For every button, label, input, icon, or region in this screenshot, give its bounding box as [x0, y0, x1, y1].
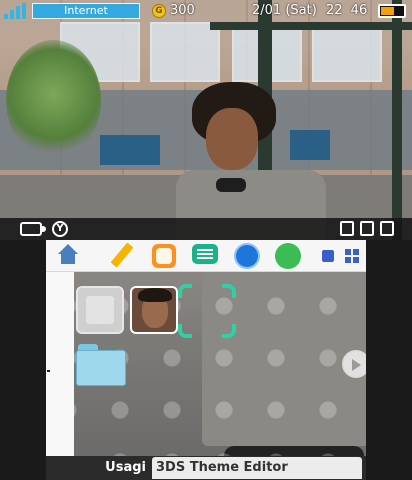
selection-cursor[interactable] — [178, 284, 236, 338]
store-sign — [100, 135, 160, 165]
play-coin-icon: G — [152, 4, 166, 18]
folder-icon[interactable] — [76, 344, 126, 386]
l-button-icon — [360, 221, 374, 236]
date-display: 2/01 (Sat) — [252, 3, 317, 18]
scaffold-beam — [210, 22, 412, 30]
top-screen-footer: Y — [0, 218, 412, 240]
camera-icon[interactable] — [20, 222, 46, 236]
wifi-signal-icon — [4, 3, 30, 19]
person-figure — [176, 78, 326, 240]
browser-globe-icon[interactable] — [233, 242, 261, 270]
thumbnail-hair — [138, 288, 172, 302]
theme-author: Usagi — [105, 460, 146, 475]
scaffold-pole — [392, 0, 402, 240]
margin-mark — [47, 370, 50, 372]
notifications-chat-icon[interactable] — [191, 242, 219, 270]
clock-display: 22 46 — [326, 3, 368, 18]
top-right-icons — [340, 221, 410, 237]
network-status-badge: Internet — [32, 3, 140, 19]
photo-slot[interactable] — [130, 286, 178, 334]
empty-slot[interactable] — [76, 286, 124, 334]
status-bar: Internet G 300 2/01 (Sat) 22 46 — [0, 0, 412, 22]
grid-view-icon[interactable] — [345, 249, 359, 263]
theme-info-bar: Usagi 3DS Theme Editor — [46, 456, 366, 480]
pencil-icon[interactable] — [108, 242, 136, 270]
home-settings-icon[interactable] — [56, 244, 80, 266]
left-side-strip — [46, 272, 74, 456]
building-window — [150, 22, 220, 82]
street-tree — [6, 40, 101, 160]
miiverse-smiley-icon[interactable] — [150, 242, 178, 270]
top-screen: Internet G 300 2/01 (Sat) 22 46 Y — [0, 0, 412, 240]
scroll-right-arrow-icon[interactable] — [342, 350, 366, 378]
theme-title: 3DS Theme Editor — [156, 460, 288, 475]
friend-list-icon[interactable] — [274, 242, 302, 270]
person-face — [206, 108, 258, 170]
building-window — [312, 22, 382, 82]
battery-icon — [378, 4, 406, 18]
small-view-icon[interactable] — [322, 250, 334, 262]
r-button-icon — [380, 221, 394, 236]
camera-small-icon — [340, 221, 354, 236]
bottom-screen: Usagi 3DS Theme Editor — [46, 240, 366, 480]
home-menu-toolbar — [46, 240, 366, 272]
play-coin-count: 300 — [170, 3, 195, 18]
person-bow — [216, 178, 246, 192]
battery-fill — [381, 7, 394, 15]
y-button-icon[interactable]: Y — [52, 221, 68, 237]
theme-title-box: 3DS Theme Editor — [152, 457, 362, 479]
